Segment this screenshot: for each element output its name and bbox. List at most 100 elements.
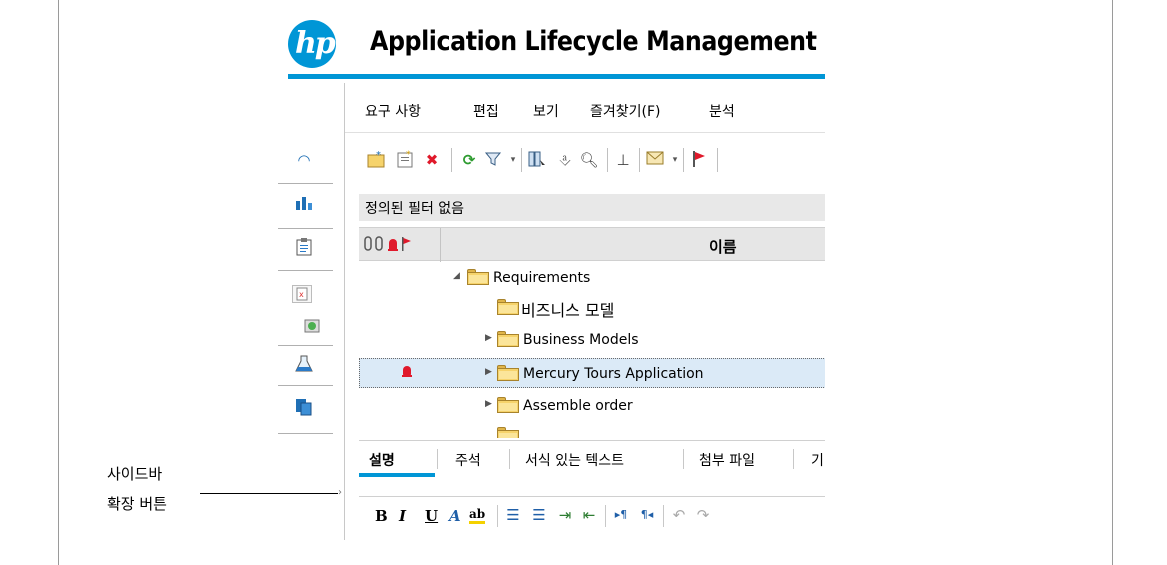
tab-separator (437, 449, 438, 469)
requirements-clipboard-icon[interactable] (294, 238, 314, 258)
filter-dropdown-icon[interactable]: ▾ (503, 150, 523, 170)
sidebar-divider (278, 433, 333, 434)
refresh-icon[interactable]: ⟳ (459, 150, 479, 170)
tab-separator (509, 449, 510, 469)
toolbar-separator (639, 148, 640, 172)
folder-icon (467, 269, 489, 285)
frame-border-right (1112, 0, 1113, 565)
new-requirement-icon[interactable]: * (395, 150, 415, 170)
folder-icon (497, 427, 519, 438)
ltr-icon[interactable]: ▸¶ (611, 505, 631, 525)
expand-arrow-icon[interactable]: ▶ (485, 367, 492, 377)
test-lab-flask-icon[interactable] (294, 355, 314, 375)
frame-border-left (58, 0, 59, 565)
pin-icon[interactable]: ⊥ (613, 150, 633, 170)
menu-analysis[interactable]: 분석 (709, 101, 735, 121)
active-tab-indicator (359, 473, 435, 477)
dashboard-gauge-icon[interactable]: ◠ (294, 150, 314, 170)
font-color-button[interactable]: A (449, 507, 461, 525)
toolbar-separator (497, 505, 498, 527)
bullet-list-icon[interactable]: ☰ (503, 505, 523, 525)
menu-edit[interactable]: 편집 (473, 101, 499, 121)
column-divider[interactable] (440, 228, 441, 262)
defects-pages-icon[interactable] (294, 398, 314, 418)
filter-icon[interactable] (483, 150, 503, 170)
hp-logo: hp (288, 20, 336, 68)
tab-more[interactable]: 기 (811, 450, 824, 470)
italic-button[interactable]: I (399, 507, 406, 525)
email-dropdown-icon[interactable]: ▾ (665, 150, 685, 170)
redo-icon[interactable]: ↷ (693, 505, 713, 525)
tab-rich-text[interactable]: 서식 있는 텍스트 (525, 450, 624, 470)
sidebar-expand-callout: 사이드바 확장 버튼 (107, 459, 167, 519)
tree-row-label: 비즈니스 모델 (521, 301, 615, 320)
outdent-icon[interactable]: ⇤ (579, 505, 599, 525)
tree-row[interactable]: ▶ Assemble order (359, 391, 825, 421)
folder-icon (497, 365, 519, 381)
svg-text:*: * (406, 150, 411, 160)
attachments-icon[interactable]: ⎀ (555, 150, 575, 170)
folder-icon (497, 299, 519, 315)
toolbar-separator (521, 148, 522, 172)
test-resources-icon[interactable] (302, 317, 322, 337)
bold-button[interactable]: B (375, 507, 388, 525)
tree-row[interactable]: ▶ Business Models (359, 325, 825, 355)
requirements-tree: ◢ Requirements 비즈니스 모델 ▶ Business Models… (359, 263, 825, 438)
tree-row-label: Mercury Tours Application (523, 366, 704, 382)
sidebar-expand-handle[interactable]: › (338, 482, 348, 504)
tree-row[interactable]: ◢ Requirements (359, 263, 825, 293)
delete-icon[interactable]: ✖ (422, 150, 442, 170)
highlight-button[interactable]: ab (469, 507, 486, 524)
tree-row-partial[interactable] (359, 421, 825, 438)
tree-row[interactable]: 비즈니스 모델 (359, 293, 825, 323)
zoom-icon[interactable]: 🔍︎ (579, 150, 599, 170)
underline-button[interactable]: U (425, 507, 438, 525)
column-header-name[interactable]: 이름 (709, 236, 737, 257)
main-toolbar: * * ✖ ⟳ ▾ ⎀ 🔍︎ ⊥ ▾ (345, 140, 825, 180)
numbered-list-icon[interactable]: ☰ (529, 505, 549, 525)
undo-icon[interactable]: ↶ (669, 505, 689, 525)
sidebar-divider (278, 270, 333, 271)
module-sidebar: ◠ x (278, 140, 333, 440)
callout-line-2: 확장 버튼 (107, 495, 167, 513)
menu-view[interactable]: 보기 (533, 101, 559, 121)
new-folder-icon[interactable]: * (367, 150, 387, 170)
collapse-arrow-icon[interactable]: ◢ (453, 271, 460, 281)
tree-row-label: Assemble order (523, 398, 633, 414)
folder-icon (497, 397, 519, 413)
filter-status-text: 정의된 필터 없음 (365, 201, 465, 217)
tree-row-selected[interactable]: ▶ Mercury Tours Application (359, 358, 825, 388)
flag-icon[interactable] (689, 150, 709, 170)
toolbar-separator (607, 148, 608, 172)
rtl-icon[interactable]: ¶◂ (637, 505, 657, 525)
alert-bell-icon (402, 366, 412, 378)
analysis-chart-icon[interactable] (294, 193, 314, 213)
app-title: Application Lifecycle Management (370, 26, 817, 57)
tab-attachments[interactable]: 첨부 파일 (699, 450, 755, 470)
sidebar-divider (278, 228, 333, 229)
svg-text:*: * (376, 150, 381, 161)
test-plan-icon[interactable]: x (292, 285, 312, 303)
tree-row-label: Requirements (493, 270, 591, 286)
details-tab-strip: 설명 주석 서식 있는 텍스트 첨부 파일 기 (359, 440, 825, 477)
sidebar-divider (278, 183, 333, 184)
filter-status-bar: 정의된 필터 없음 (359, 194, 825, 221)
tab-separator (683, 449, 684, 469)
expand-arrow-icon[interactable]: ▶ (485, 399, 492, 409)
tab-comments[interactable]: 주석 (455, 450, 481, 470)
menu-favorites[interactable]: 즐겨찾기(F) (590, 101, 661, 121)
rich-text-toolbar: B I U A ab ☰ ☰ ⇥ ⇤ ▸¶ ¶◂ ↶ ↷ (359, 496, 825, 532)
toolbar-separator (663, 505, 664, 527)
app-title-container: Application Lifecycle Management (370, 20, 825, 64)
sidebar-divider (278, 345, 333, 346)
expand-arrow-icon[interactable]: ▶ (485, 333, 492, 343)
email-icon[interactable] (645, 150, 665, 170)
callout-leader-line (200, 493, 338, 494)
indent-icon[interactable]: ⇥ (555, 505, 575, 525)
tab-description[interactable]: 설명 (369, 450, 395, 470)
svg-text:x: x (299, 290, 304, 299)
tree-row-label: Business Models (523, 332, 639, 348)
callout-line-1: 사이드바 (107, 465, 163, 483)
menu-requirements[interactable]: 요구 사항 (365, 101, 421, 121)
select-columns-icon[interactable] (527, 150, 547, 170)
